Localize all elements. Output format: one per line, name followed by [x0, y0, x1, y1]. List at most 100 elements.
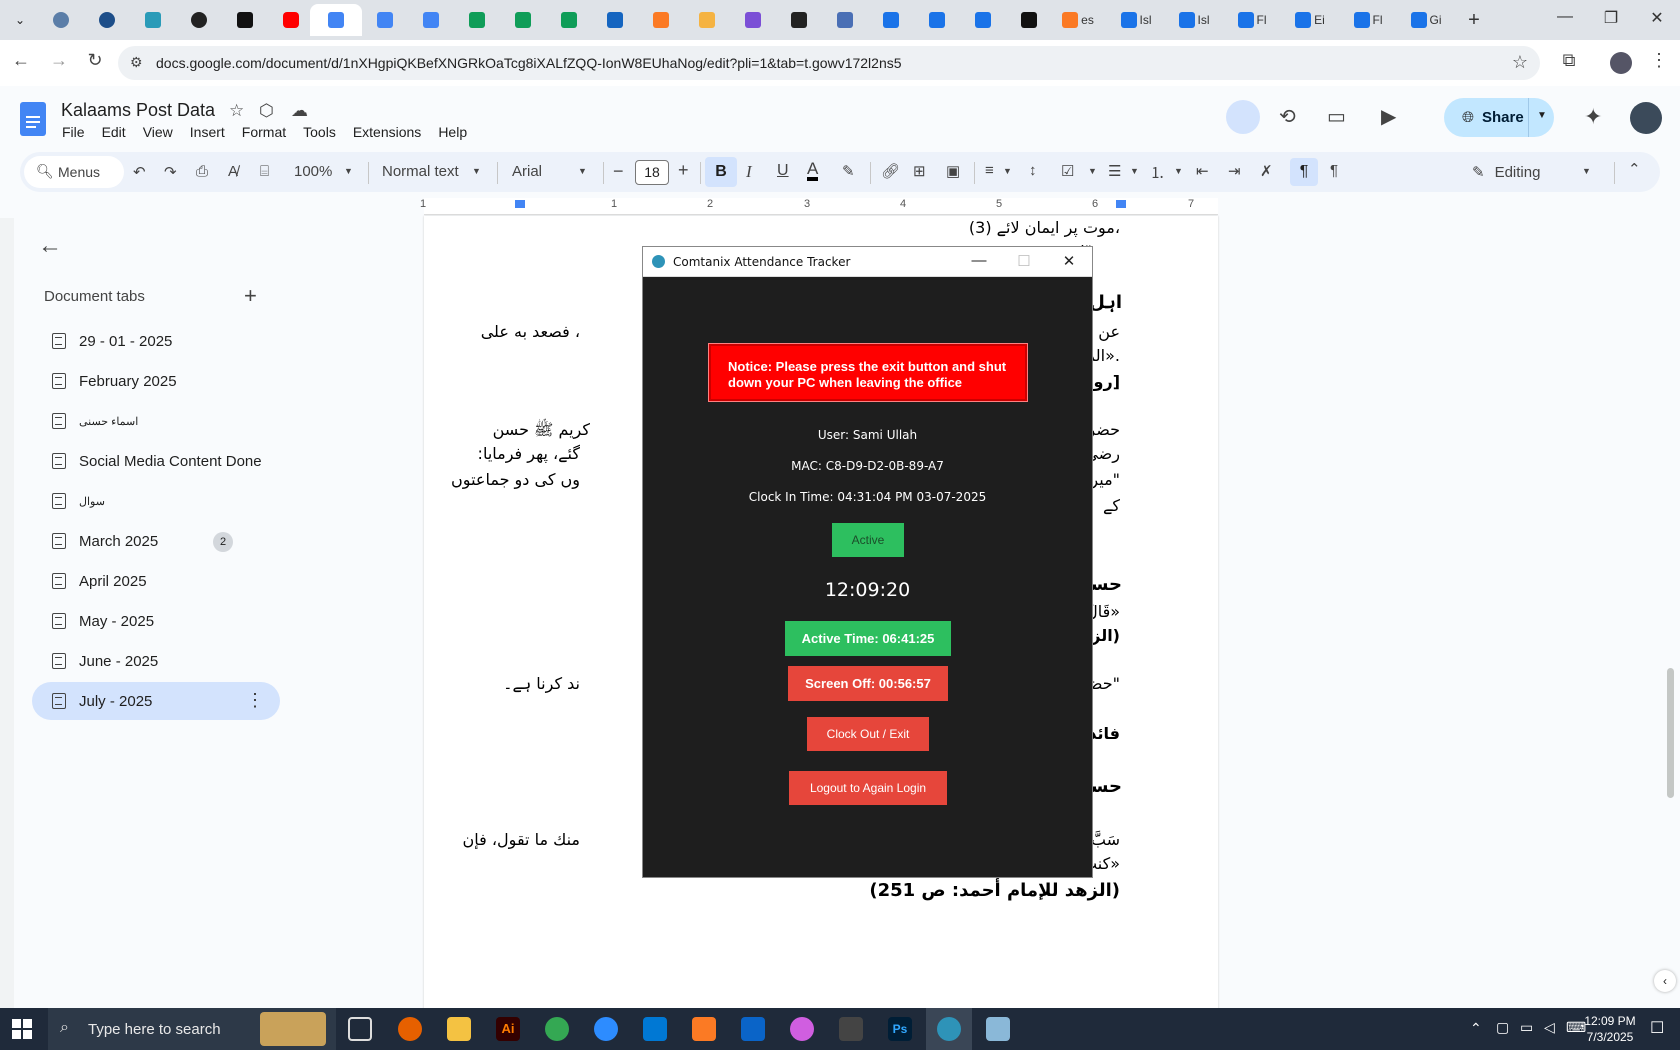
- browser-tab[interactable]: Isl: [1168, 4, 1220, 36]
- gemini-icon[interactable]: ✦: [1584, 104, 1602, 130]
- photoshop-icon[interactable]: Ps: [888, 1017, 912, 1041]
- browser-tab[interactable]: [222, 4, 268, 36]
- app-icon[interactable]: [986, 1017, 1010, 1041]
- scrollbar-thumb[interactable]: [1667, 668, 1674, 798]
- vertical-scrollbar[interactable]: [1663, 218, 1680, 1008]
- xampp-icon[interactable]: [692, 1017, 716, 1041]
- tray-chevron-icon[interactable]: ⌃: [1470, 1020, 1482, 1037]
- collaborators-button[interactable]: [1226, 100, 1260, 134]
- browser-tab[interactable]: [38, 4, 84, 36]
- doc-tab-item[interactable]: February 2025: [32, 362, 280, 400]
- zoom-icon[interactable]: [594, 1017, 618, 1041]
- pen-tool-icon[interactable]: [839, 1017, 863, 1041]
- menu-help[interactable]: Help: [438, 124, 467, 140]
- menu-format[interactable]: Format: [242, 124, 286, 140]
- increase-font-size-icon[interactable]: +: [678, 160, 689, 181]
- document-title[interactable]: Kalaams Post Data: [61, 100, 215, 121]
- doc-tab-item[interactable]: اسماء حسنی: [32, 402, 280, 440]
- add-tab-button[interactable]: +: [244, 283, 257, 309]
- bold-button[interactable]: B: [705, 157, 737, 187]
- spellcheck-icon[interactable]: A̸: [228, 163, 238, 180]
- style-dropdown-icon[interactable]: ▼: [472, 166, 481, 176]
- back-arrow-icon[interactable]: ←: [38, 232, 62, 260]
- browser-tab[interactable]: Fl: [1226, 4, 1278, 36]
- italic-button[interactable]: I: [746, 162, 752, 182]
- rtl-text-icon[interactable]: ¶: [1330, 162, 1338, 179]
- site-settings-icon[interactable]: ⚙: [130, 54, 143, 71]
- browser-tab[interactable]: [500, 4, 546, 36]
- zoom-select[interactable]: 100%: [294, 163, 332, 180]
- paint-format-icon[interactable]: ⌸: [260, 163, 269, 180]
- close-icon[interactable]: ✕: [1642, 8, 1672, 28]
- increase-indent-icon[interactable]: ⇥: [1228, 162, 1241, 180]
- more-options-icon[interactable]: ⋮: [246, 690, 264, 711]
- zoom-dropdown-icon[interactable]: ▼: [344, 166, 353, 176]
- browser-tab[interactable]: [176, 4, 222, 36]
- attendance-tracker-taskbar-icon[interactable]: [937, 1017, 961, 1041]
- insert-image-icon[interactable]: ▣: [946, 162, 960, 180]
- right-indent-marker[interactable]: [1116, 200, 1126, 208]
- bookmark-star-icon[interactable]: ☆: [1512, 52, 1528, 73]
- url-input[interactable]: ⚙ docs.google.com/document/d/1nXHgpiQKBe…: [118, 46, 1540, 80]
- new-tab-button[interactable]: +: [1456, 4, 1492, 36]
- undo-icon[interactable]: ↶: [133, 163, 146, 181]
- menu-insert[interactable]: Insert: [190, 124, 225, 140]
- app-icon[interactable]: [790, 1017, 814, 1041]
- file-explorer-icon[interactable]: [447, 1017, 471, 1041]
- network-icon[interactable]: ▭: [1520, 1019, 1533, 1036]
- browser-menu-icon[interactable]: ⋮: [1646, 50, 1672, 71]
- browser-tab[interactable]: [638, 4, 684, 36]
- move-folder-icon[interactable]: ⬡: [259, 101, 274, 121]
- menu-extensions[interactable]: Extensions: [353, 124, 421, 140]
- browser-tab[interactable]: [776, 4, 822, 36]
- browser-tab[interactable]: [130, 4, 176, 36]
- outlook-icon[interactable]: [741, 1017, 765, 1041]
- font-dropdown-icon[interactable]: ▼: [578, 166, 587, 176]
- version-history-icon[interactable]: ⟲: [1279, 104, 1296, 129]
- windows-start-icon[interactable]: [12, 1019, 32, 1039]
- extensions-icon[interactable]: ⧉: [1556, 50, 1582, 71]
- ltr-text-icon[interactable]: ¶: [1290, 158, 1318, 186]
- cloud-saved-icon[interactable]: ☁: [291, 101, 308, 121]
- side-panel-toggle-icon[interactable]: ‹: [1654, 970, 1676, 992]
- menu-view[interactable]: View: [143, 124, 173, 140]
- browser-tab[interactable]: [408, 4, 454, 36]
- window-title-bar[interactable]: Comtanix Attendance Tracker — ☐ ✕: [643, 247, 1092, 277]
- minimize-icon[interactable]: —: [1550, 8, 1580, 26]
- align-icon[interactable]: ≡: [985, 162, 994, 179]
- underline-button[interactable]: U: [777, 162, 789, 180]
- checklist-icon[interactable]: ☑: [1061, 162, 1074, 180]
- restore-icon[interactable]: ❐: [1596, 8, 1626, 28]
- illustrator-icon[interactable]: Ai: [496, 1017, 520, 1041]
- doc-tab-item[interactable]: Social Media Content Done: [32, 442, 280, 480]
- bulleted-list-dropdown-icon[interactable]: ▼: [1130, 166, 1139, 176]
- browser-tab[interactable]: Fl: [1342, 4, 1394, 36]
- menus-search-input[interactable]: 🔍︎ Menus: [24, 156, 124, 188]
- task-view-icon[interactable]: [348, 1017, 372, 1041]
- close-icon[interactable]: ✕: [1054, 252, 1084, 270]
- notifications-icon[interactable]: ☐: [1650, 1018, 1664, 1038]
- star-icon[interactable]: ☆: [229, 101, 244, 121]
- browser-tab[interactable]: [730, 4, 776, 36]
- decrease-indent-icon[interactable]: ⇤: [1196, 162, 1209, 180]
- tray-app-icon[interactable]: ▢: [1496, 1019, 1509, 1036]
- doc-tab-item[interactable]: April 2025: [32, 562, 280, 600]
- docs-logo-icon[interactable]: [20, 102, 46, 136]
- menu-file[interactable]: File: [62, 124, 85, 140]
- browser-tab[interactable]: Isl: [1110, 4, 1162, 36]
- numbered-list-icon[interactable]: ⒈: [1150, 162, 1165, 183]
- browser-tab[interactable]: [362, 4, 408, 36]
- maximize-icon[interactable]: ☐: [1009, 252, 1039, 270]
- doc-tab-item[interactable]: May - 2025: [32, 602, 280, 640]
- insert-link-icon[interactable]: 🔗︎: [881, 162, 900, 180]
- add-comment-icon[interactable]: ⊞: [913, 162, 926, 180]
- vscode-icon[interactable]: [643, 1017, 667, 1041]
- account-avatar[interactable]: [1630, 102, 1662, 134]
- menu-edit[interactable]: Edit: [102, 124, 126, 140]
- share-button[interactable]: 🌐︎ Share ▼: [1444, 98, 1554, 137]
- taskbar-search-input[interactable]: ⌕ Type here to search: [48, 1008, 336, 1050]
- doc-tab-item-selected[interactable]: July - 2025 ⋮: [32, 682, 280, 720]
- logout-button[interactable]: Logout to Again Login: [789, 771, 947, 805]
- clear-formatting-icon[interactable]: ✗: [1260, 162, 1273, 180]
- paragraph-style-select[interactable]: Normal text: [382, 163, 459, 180]
